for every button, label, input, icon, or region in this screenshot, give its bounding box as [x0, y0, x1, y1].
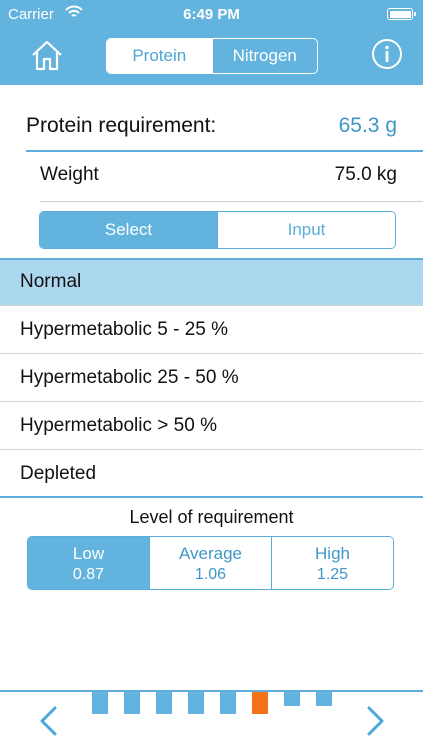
page-dot[interactable]	[284, 692, 300, 706]
page-dot[interactable]	[188, 692, 204, 714]
level-option-high[interactable]: High 1.25	[271, 537, 393, 589]
chevron-right-icon[interactable]	[364, 704, 388, 738]
list-item[interactable]: Hypermetabolic > 50 %	[0, 402, 423, 450]
level-name: Average	[178, 544, 242, 563]
page-dot[interactable]	[316, 692, 332, 706]
level-value: 1.25	[316, 566, 349, 583]
requirement-label: Protein requirement:	[26, 114, 217, 137]
select-input-toggle[interactable]: Select Input	[39, 211, 396, 249]
input-option[interactable]: Input	[217, 212, 395, 248]
list-item[interactable]: Hypermetabolic 5 - 25 %	[0, 306, 423, 354]
level-name: High	[315, 544, 350, 563]
list-item[interactable]: Hypermetabolic 25 - 50 %	[0, 354, 423, 402]
battery-icon	[387, 8, 416, 20]
level-option-average[interactable]: Average 1.06	[149, 537, 271, 589]
header-bar: Carrier 6:49 PM Protein Nitrogen	[0, 0, 423, 85]
requirement-value: 65.3 g	[338, 114, 397, 137]
page-dot[interactable]	[156, 692, 172, 714]
home-icon[interactable]	[30, 38, 64, 72]
list-item[interactable]: Normal	[0, 258, 423, 306]
page-dot[interactable]	[220, 692, 236, 714]
protein-nitrogen-toggle[interactable]: Protein Nitrogen	[106, 38, 318, 74]
status-bar: Carrier 6:49 PM	[0, 0, 423, 28]
weight-value[interactable]: 75.0 kg	[335, 164, 397, 186]
level-title: Level of requirement	[129, 507, 294, 527]
weight-row[interactable]: Weight 75.0 kg	[40, 162, 397, 192]
condition-list: Normal Hypermetabolic 5 - 25 % Hypermeta…	[0, 258, 423, 498]
divider	[26, 150, 423, 152]
protein-requirement-row: Protein requirement: 65.3 g	[26, 108, 397, 148]
page-dot[interactable]	[252, 692, 268, 714]
level-value: 0.87	[72, 566, 105, 583]
clock: 6:49 PM	[183, 6, 240, 23]
divider	[0, 258, 423, 260]
weight-label: Weight	[40, 164, 99, 185]
page-dot[interactable]	[124, 692, 140, 714]
info-icon[interactable]	[371, 38, 403, 70]
tab-nitrogen[interactable]: Nitrogen	[211, 39, 318, 73]
divider	[0, 496, 423, 498]
list-item[interactable]: Depleted	[0, 450, 423, 498]
level-option-low[interactable]: Low 0.87	[28, 537, 149, 589]
level-selector[interactable]: Low 0.87 Average 1.06 High 1.25	[27, 536, 394, 590]
level-value: 1.06	[194, 566, 227, 583]
select-option[interactable]: Select	[40, 212, 217, 248]
tab-protein[interactable]: Protein	[107, 39, 212, 73]
level-name: Low	[72, 544, 105, 563]
page-indicator	[0, 692, 423, 714]
divider	[40, 201, 423, 202]
page-dot[interactable]	[92, 692, 108, 714]
